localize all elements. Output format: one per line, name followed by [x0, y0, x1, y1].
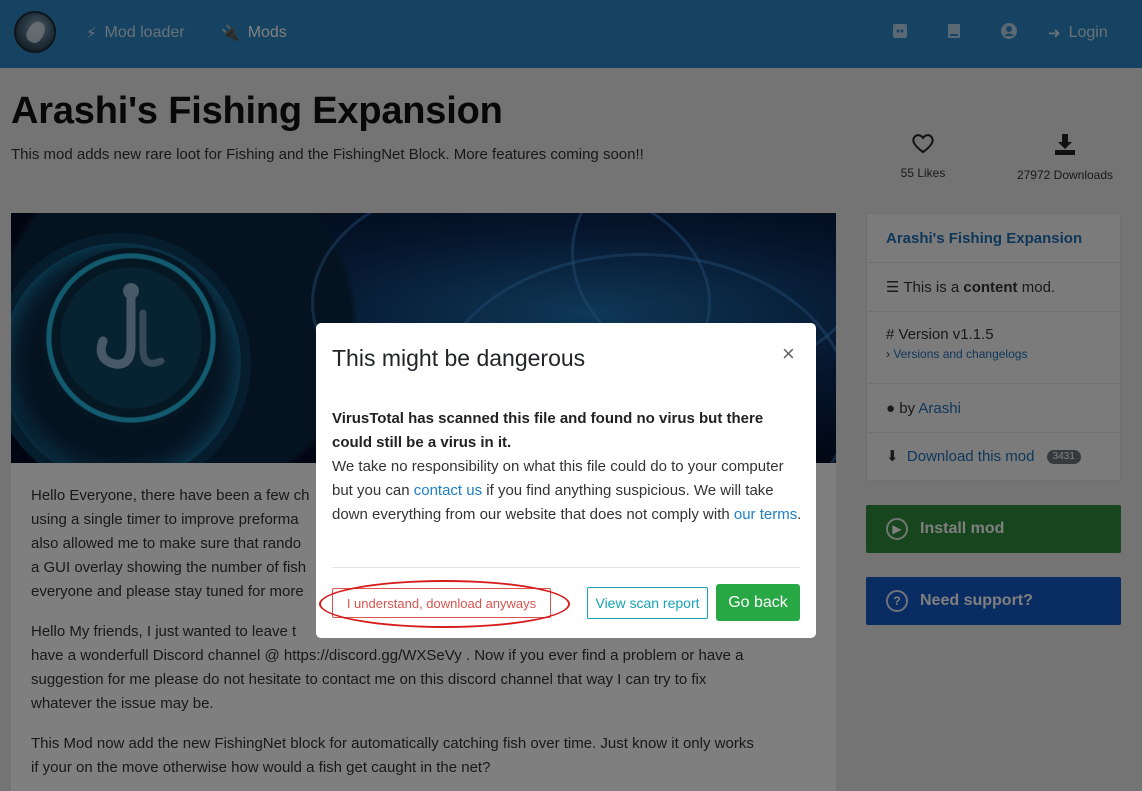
modal-divider — [332, 567, 800, 568]
go-back-button[interactable]: Go back — [716, 584, 800, 621]
modal-title: This might be dangerous — [332, 345, 586, 371]
modal-warning: VirusTotal has scanned this file and fou… — [332, 410, 764, 451]
view-scan-report-button[interactable]: View scan report — [587, 587, 708, 619]
danger-modal: This might be dangerous × VirusTotal has… — [316, 323, 816, 638]
modal-body: VirusTotal has scanned this file and fou… — [332, 407, 802, 527]
download-anyways-button[interactable]: I understand, download anyways — [332, 588, 551, 618]
modal-body-text-3: . — [797, 506, 802, 523]
terms-link[interactable]: our terms — [734, 506, 797, 523]
contact-us-link[interactable]: contact us — [414, 482, 482, 499]
close-icon[interactable]: × — [782, 341, 795, 367]
